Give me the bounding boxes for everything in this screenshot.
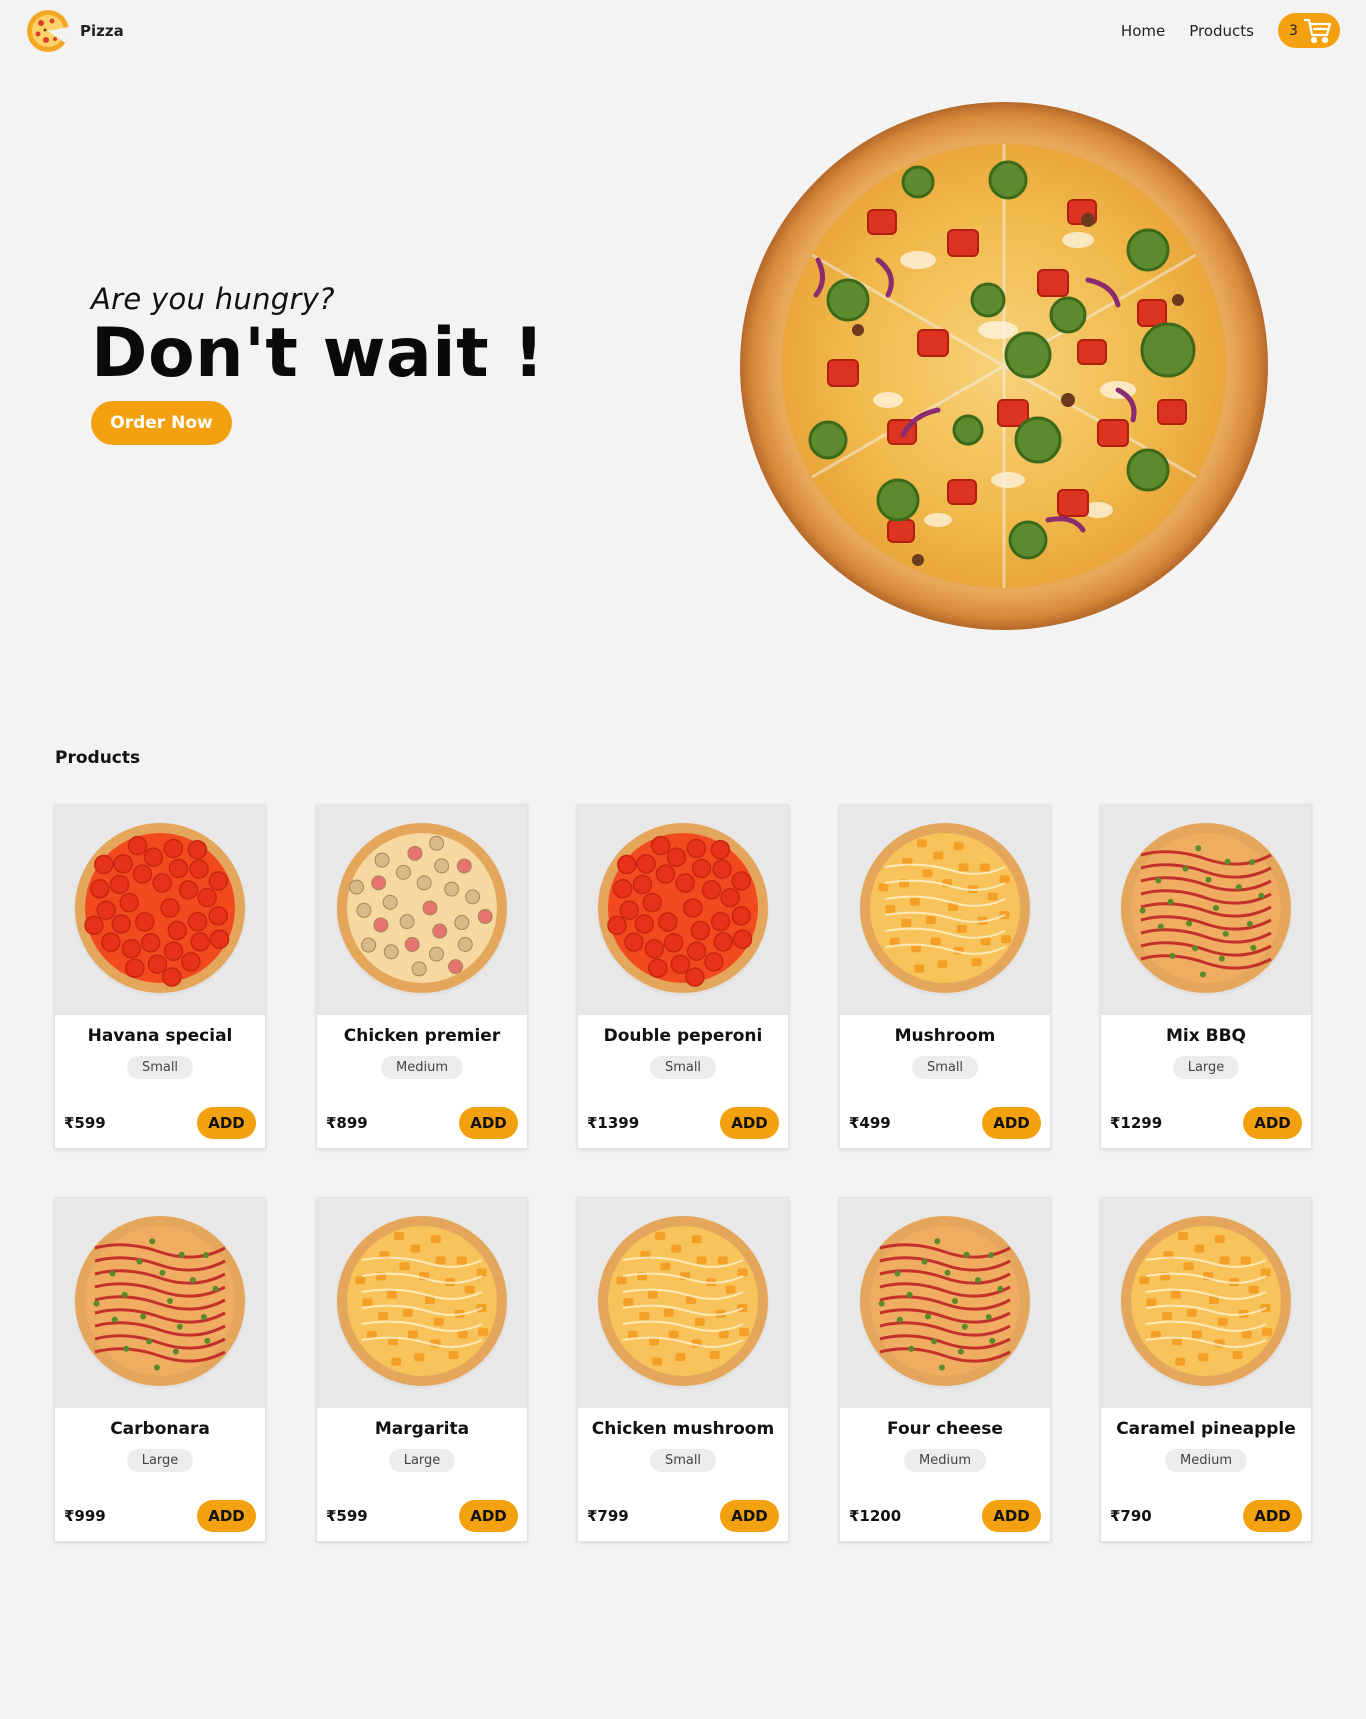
- add-to-cart-button[interactable]: ADD: [720, 1500, 779, 1532]
- product-name: Carbonara: [110, 1419, 210, 1439]
- size-badge: Large: [388, 1449, 456, 1472]
- product-price: ₹1399: [587, 1114, 640, 1132]
- add-to-cart-button[interactable]: ADD: [459, 1500, 518, 1532]
- product-card[interactable]: Mix BBQ Large ₹1299 ADD: [1100, 804, 1312, 1149]
- product-name: Caramel pineapple: [1116, 1419, 1296, 1439]
- add-to-cart-button[interactable]: ADD: [197, 1500, 256, 1532]
- nav-link-products[interactable]: Products: [1189, 22, 1254, 40]
- size-badge: Small: [649, 1056, 717, 1079]
- add-to-cart-button[interactable]: ADD: [982, 1500, 1041, 1532]
- product-card[interactable]: Caramel pineapple Medium ₹790 ADD: [1100, 1197, 1312, 1542]
- product-card[interactable]: Chicken mushroom Small ₹799 ADD: [577, 1197, 789, 1542]
- product-name: Chicken mushroom: [591, 1419, 775, 1439]
- product-image: [840, 1198, 1050, 1408]
- product-price: ₹599: [64, 1114, 106, 1132]
- product-footer: ₹1399 ADD: [587, 1107, 779, 1139]
- shopping-cart-icon: [1303, 18, 1332, 43]
- product-card[interactable]: Double peperoni Small ₹1399 ADD: [577, 804, 789, 1149]
- product-image: [317, 1198, 527, 1408]
- product-image: [840, 805, 1050, 1015]
- brand-name: Pizza: [80, 22, 124, 40]
- product-footer: ₹1200 ADD: [849, 1500, 1041, 1532]
- product-card[interactable]: Carbonara Large ₹999 ADD: [54, 1197, 266, 1542]
- product-price: ₹790: [1110, 1507, 1152, 1525]
- cart-button[interactable]: 3: [1278, 13, 1340, 48]
- size-badge: Small: [126, 1056, 194, 1079]
- size-badge: Medium: [1165, 1449, 1247, 1472]
- product-price: ₹799: [587, 1507, 629, 1525]
- product-card[interactable]: Mushroom Small ₹499 ADD: [839, 804, 1051, 1149]
- product-name: Mushroom: [894, 1026, 996, 1046]
- product-card[interactable]: Margarita Large ₹599 ADD: [316, 1197, 528, 1542]
- nav-link-home[interactable]: Home: [1121, 22, 1165, 40]
- product-footer: ₹599 ADD: [64, 1107, 256, 1139]
- product-footer: ₹1299 ADD: [1110, 1107, 1302, 1139]
- product-footer: ₹999 ADD: [64, 1500, 256, 1532]
- product-name: Margarita: [374, 1419, 470, 1439]
- products-title: Products: [55, 748, 141, 768]
- product-price: ₹899: [326, 1114, 368, 1132]
- top-nav: Pizza Home Products 3: [0, 0, 1366, 62]
- size-badge: Medium: [381, 1056, 463, 1079]
- add-to-cart-button[interactable]: ADD: [982, 1107, 1041, 1139]
- product-footer: ₹799 ADD: [587, 1500, 779, 1532]
- size-badge: Small: [911, 1056, 979, 1079]
- product-image: [55, 1198, 265, 1408]
- product-footer: ₹790 ADD: [1110, 1500, 1302, 1532]
- product-price: ₹499: [849, 1114, 891, 1132]
- product-footer: ₹599 ADD: [326, 1500, 518, 1532]
- nav-links: Home Products 3: [1121, 13, 1340, 48]
- product-price: ₹1299: [1110, 1114, 1163, 1132]
- product-image: [1101, 805, 1311, 1015]
- cart-count: 3: [1289, 22, 1298, 39]
- hero-pizza-image: [740, 102, 1268, 630]
- product-name: Four cheese: [887, 1419, 1003, 1439]
- product-name: Havana special: [87, 1026, 233, 1046]
- product-card[interactable]: Havana special Small ₹599 ADD: [54, 804, 266, 1149]
- product-image: [317, 805, 527, 1015]
- product-footer: ₹499 ADD: [849, 1107, 1041, 1139]
- product-image: [55, 805, 265, 1015]
- add-to-cart-button[interactable]: ADD: [1243, 1107, 1302, 1139]
- product-card[interactable]: Chicken premier Medium ₹899 ADD: [316, 804, 528, 1149]
- product-price: ₹1200: [849, 1507, 902, 1525]
- product-image: [1101, 1198, 1311, 1408]
- product-name: Double peperoni: [603, 1026, 763, 1046]
- size-badge: Large: [126, 1449, 194, 1472]
- product-image: [578, 1198, 788, 1408]
- brand[interactable]: Pizza: [25, 8, 124, 54]
- hero-tagline: Are you hungry?: [91, 282, 335, 316]
- product-name: Mix BBQ: [1166, 1026, 1246, 1046]
- product-price: ₹599: [326, 1507, 368, 1525]
- hero-text: Are you hungry? Don't wait ! Order Now: [91, 282, 545, 446]
- add-to-cart-button[interactable]: ADD: [720, 1107, 779, 1139]
- size-badge: Medium: [904, 1449, 986, 1472]
- product-footer: ₹899 ADD: [326, 1107, 518, 1139]
- product-card[interactable]: Four cheese Medium ₹1200 ADD: [839, 1197, 1051, 1542]
- order-now-button[interactable]: Order Now: [91, 401, 232, 446]
- hero-headline: Don't wait !: [91, 314, 545, 393]
- product-image: [578, 805, 788, 1015]
- add-to-cart-button[interactable]: ADD: [1243, 1500, 1302, 1532]
- size-badge: Small: [649, 1449, 717, 1472]
- product-price: ₹999: [64, 1507, 106, 1525]
- size-badge: Large: [1172, 1056, 1240, 1079]
- add-to-cart-button[interactable]: ADD: [459, 1107, 518, 1139]
- product-name: Chicken premier: [343, 1026, 501, 1046]
- add-to-cart-button[interactable]: ADD: [197, 1107, 256, 1139]
- pizza-logo-icon: [27, 10, 70, 52]
